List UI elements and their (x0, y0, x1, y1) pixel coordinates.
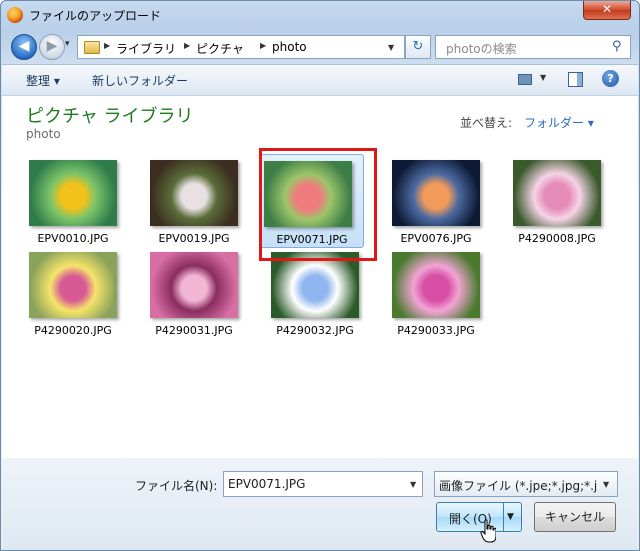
file-thumbnail[interactable] (29, 252, 117, 318)
file-thumbnail[interactable] (150, 252, 238, 318)
firefox-icon (7, 7, 23, 23)
library-title: ピクチャ ライブラリ (26, 106, 194, 127)
search-box[interactable]: photoの検索 ⚲ (435, 35, 631, 59)
organize-menu[interactable]: 整理 ▾ (26, 72, 60, 89)
back-button[interactable]: ◀ (11, 34, 37, 60)
close-button[interactable]: ✕ (583, 1, 631, 20)
filetype-value[interactable]: 画像ファイル (*.jpe;*.jpg;*.j (439, 477, 597, 494)
open-dropdown-icon[interactable]: ▼ (507, 512, 514, 522)
file-thumbnail[interactable] (392, 252, 480, 318)
breadcrumb-separator-icon[interactable]: ▶ (260, 41, 266, 50)
refresh-button[interactable]: ↻ (405, 35, 431, 59)
filename-value[interactable]: EPV0071.JPG (228, 477, 305, 491)
file-item[interactable]: EPV0076.JPG (377, 154, 487, 246)
breadcrumb-photo[interactable]: photo (272, 40, 307, 54)
navigation-bar: ◀ ▶ ▾ ▶ ライブラリ ▶ ピクチャ ▶ photo ▼ ↻ photoの検… (1, 31, 639, 61)
cancel-button[interactable]: キャンセル (534, 502, 616, 532)
filetype-select[interactable]: 画像ファイル (*.jpe;*.jpg;*.j ▼ (434, 471, 618, 497)
file-thumbnail[interactable] (513, 160, 601, 226)
breadcrumb-pictures[interactable]: ピクチャ (196, 40, 244, 57)
file-thumbnail[interactable] (392, 160, 480, 226)
history-dropdown-icon[interactable]: ▾ (65, 39, 75, 51)
breadcrumb-libraries[interactable]: ライブラリ (116, 40, 176, 57)
address-dropdown-icon[interactable]: ▼ (388, 43, 394, 52)
filename-field[interactable]: EPV0071.JPG ▼ (223, 471, 423, 497)
view-dropdown-icon[interactable]: ▼ (540, 73, 546, 82)
dialog-footer: ファイル名(N): EPV0071.JPG ▼ 画像ファイル (*.jpe;*.… (2, 458, 638, 550)
file-thumbnail[interactable] (150, 160, 238, 226)
file-item[interactable]: P4290033.JPG (377, 246, 487, 338)
search-input[interactable]: photoの検索 (446, 40, 517, 57)
file-thumbnail[interactable] (271, 252, 359, 318)
file-item[interactable]: P4290008.JPG (498, 154, 608, 246)
open-button[interactable]: 開く(O) ▼ (436, 502, 522, 532)
folder-icon (84, 41, 100, 54)
file-item[interactable]: P4290031.JPG (135, 246, 245, 338)
filename-dropdown-icon[interactable]: ▼ (410, 480, 416, 489)
file-name-label[interactable]: EPV0076.JPG (377, 232, 495, 245)
mouse-cursor-icon (480, 519, 496, 543)
file-item[interactable]: EPV0010.JPG (14, 154, 124, 246)
file-name-label[interactable]: EPV0010.JPG (14, 232, 132, 245)
view-options-icon[interactable] (516, 70, 534, 88)
file-name-label[interactable]: P4290008.JPG (498, 232, 616, 245)
new-folder-button[interactable]: 新しいフォルダー (92, 72, 188, 89)
breadcrumb-separator-icon[interactable]: ▶ (184, 41, 190, 50)
search-icon[interactable]: ⚲ (612, 39, 622, 54)
upload-dialog: ファイルのアップロード ✕ ◀ ▶ ▾ ▶ ライブラリ ▶ ピクチャ ▶ pho… (0, 0, 640, 551)
window-title: ファイルのアップロード (29, 9, 162, 23)
file-item[interactable]: P4290020.JPG (14, 246, 124, 338)
sort-dropdown[interactable]: フォルダー ▾ (524, 114, 594, 131)
file-item[interactable]: EPV0019.JPG (135, 154, 245, 246)
title-bar: ファイルのアップロード ✕ (1, 1, 639, 29)
sort-label: 並べ替え: (460, 116, 513, 130)
breadcrumb-separator-icon[interactable]: ▶ (104, 41, 110, 50)
file-thumbnail[interactable] (29, 160, 117, 226)
command-toolbar: 整理 ▾ 新しいフォルダー ▼ ? (2, 64, 638, 95)
library-subtitle: photo (26, 127, 61, 141)
help-icon[interactable]: ? (602, 70, 619, 87)
highlight-box (259, 148, 377, 261)
filetype-dropdown-icon[interactable]: ▼ (603, 480, 609, 489)
forward-button[interactable]: ▶ (39, 34, 65, 60)
file-name-label[interactable]: P4290032.JPG (256, 324, 374, 337)
filename-label: ファイル名(N): (135, 479, 218, 493)
file-name-label[interactable]: P4290033.JPG (377, 324, 495, 337)
file-name-label[interactable]: P4290031.JPG (135, 324, 253, 337)
preview-pane-icon[interactable] (566, 70, 584, 88)
file-name-label[interactable]: P4290020.JPG (14, 324, 132, 337)
file-name-label[interactable]: EPV0019.JPG (135, 232, 253, 245)
open-button-divider (503, 503, 504, 531)
address-bar[interactable]: ▶ ライブラリ ▶ ピクチャ ▶ photo ▼ (77, 35, 405, 59)
